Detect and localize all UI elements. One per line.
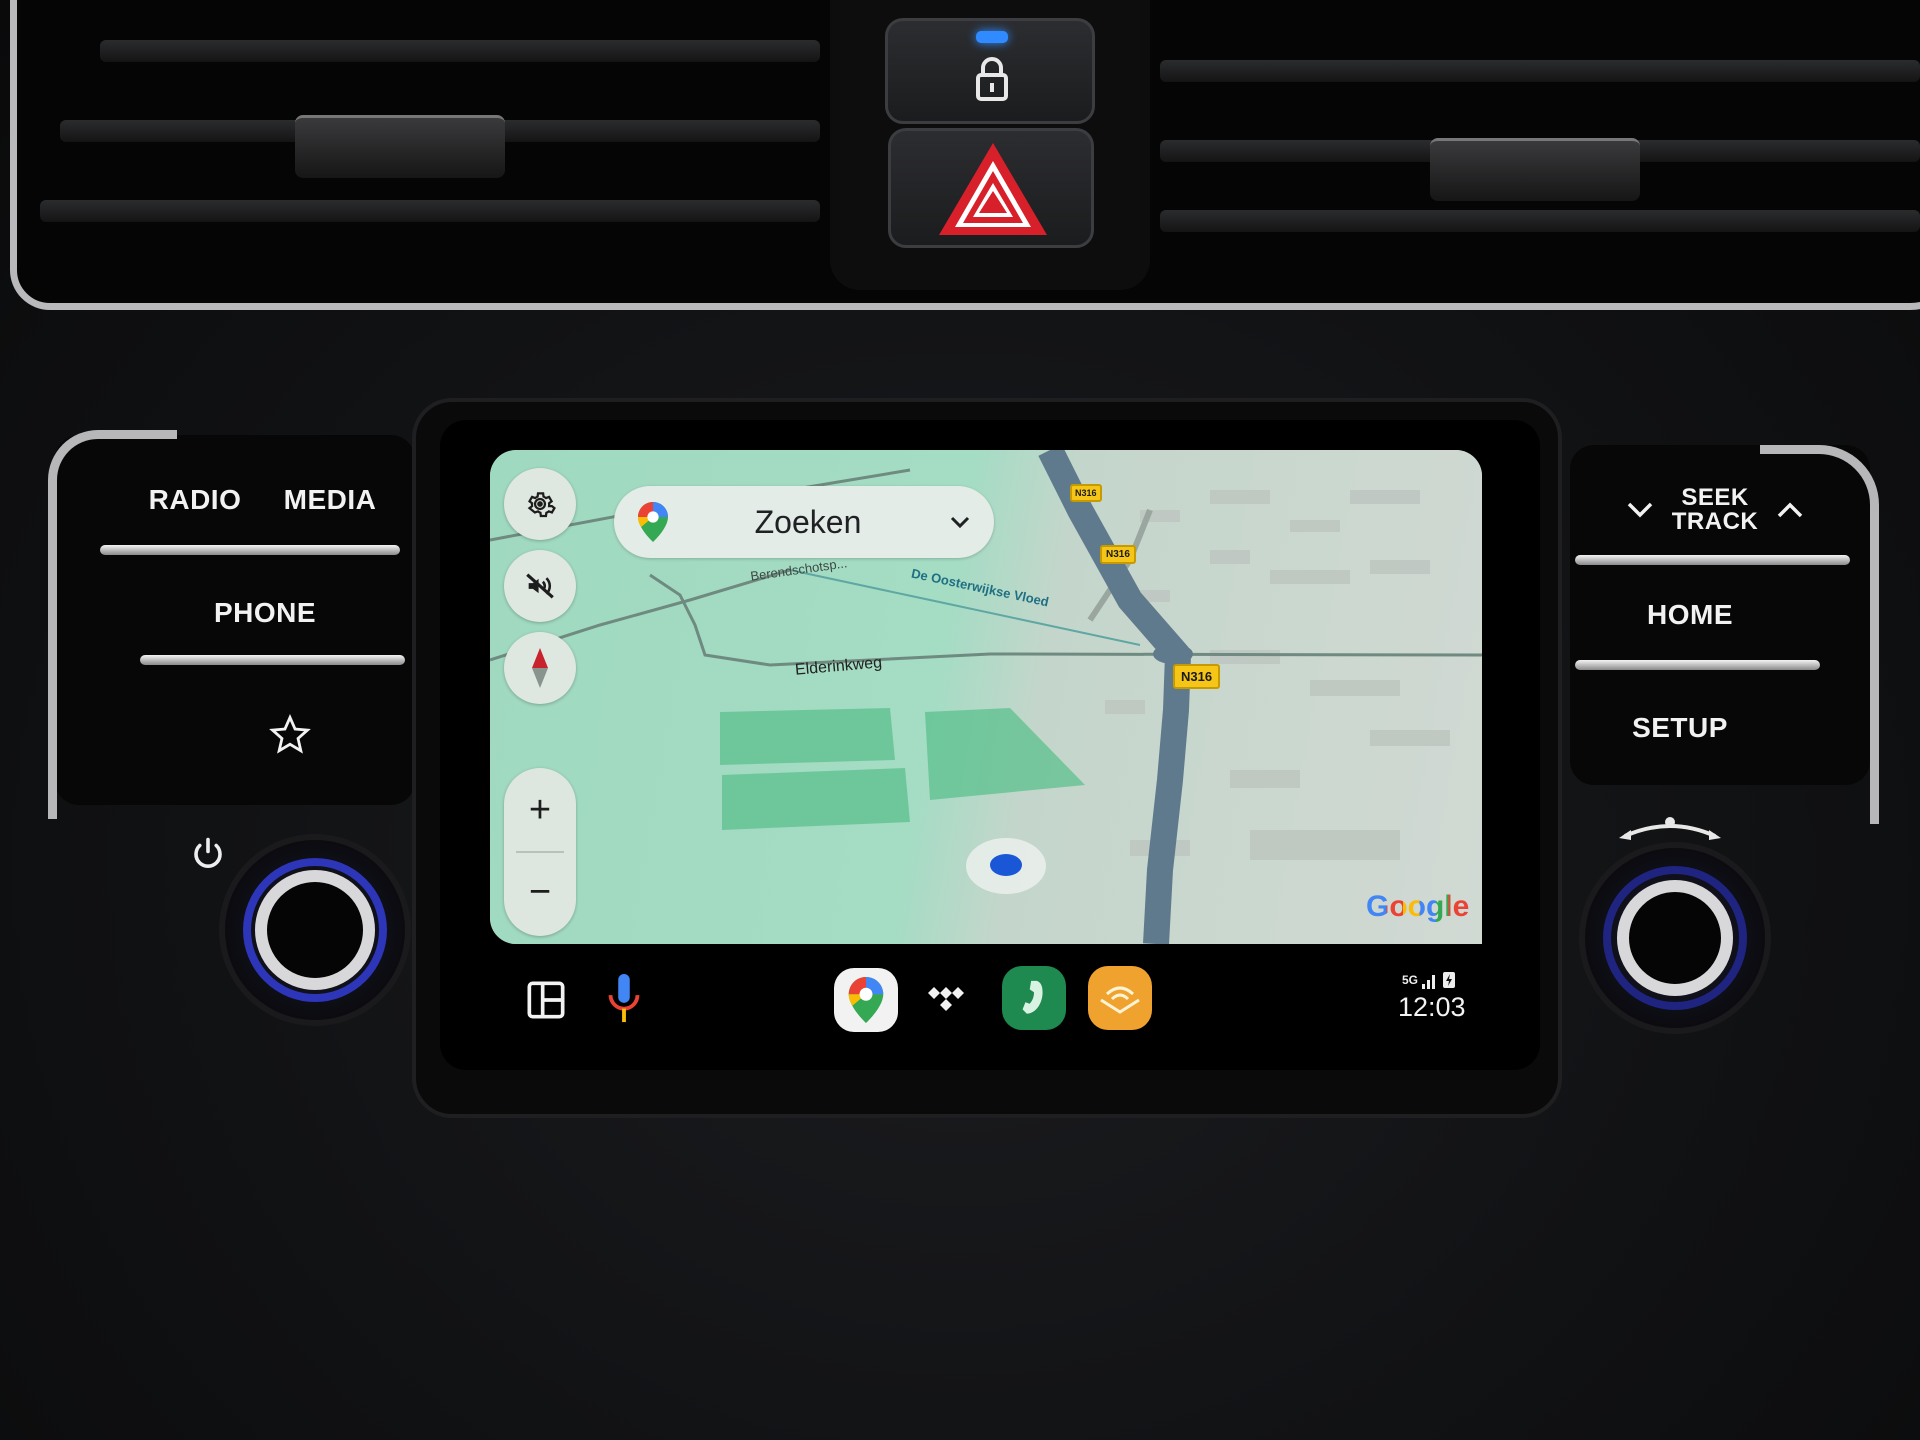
chevron-down-icon[interactable] bbox=[1626, 500, 1654, 520]
compass-button[interactable] bbox=[504, 632, 576, 704]
network-type: 5G bbox=[1402, 973, 1419, 987]
zoom-controls: + − bbox=[504, 768, 576, 936]
tidal-icon bbox=[928, 987, 964, 1011]
chrome-divider bbox=[140, 655, 405, 665]
vent-slat bbox=[40, 200, 820, 222]
route-shield: N316 bbox=[1100, 545, 1136, 564]
app-phone[interactable] bbox=[1002, 966, 1066, 1030]
warning-triangle-icon bbox=[939, 143, 1047, 235]
app-tidal[interactable] bbox=[914, 968, 978, 1032]
track-label: TRACK bbox=[1671, 508, 1759, 535]
zoom-divider bbox=[516, 851, 564, 853]
settings-button[interactable] bbox=[504, 468, 576, 540]
chrome-divider bbox=[1575, 555, 1850, 565]
android-auto-screen: N316 N316 N316 Berendschotsp... De Ooste… bbox=[490, 450, 1482, 944]
google-maps-icon bbox=[848, 977, 884, 1023]
app-audible[interactable] bbox=[1088, 966, 1152, 1030]
audible-icon bbox=[1100, 986, 1140, 1014]
vent-slat bbox=[1160, 210, 1920, 232]
route-shield: N316 bbox=[1070, 484, 1102, 502]
padlock-icon bbox=[976, 57, 1008, 101]
setup-label: SETUP bbox=[1632, 711, 1728, 743]
vent-slat bbox=[1160, 60, 1920, 82]
google-maps-pin-icon bbox=[638, 502, 668, 542]
compass-icon bbox=[532, 648, 548, 688]
radio-button[interactable]: RADIO bbox=[120, 460, 270, 540]
android-auto-taskbar: 5G 12:03 bbox=[490, 944, 1482, 1054]
radio-label: RADIO bbox=[148, 484, 242, 515]
park-area bbox=[925, 708, 1085, 800]
hazard-button[interactable] bbox=[888, 128, 1094, 248]
tune-knob[interactable] bbox=[1585, 848, 1765, 1028]
lock-indicator-led bbox=[976, 31, 1008, 43]
park-area bbox=[720, 708, 895, 765]
power-icon bbox=[194, 837, 222, 869]
rotate-arrows-icon bbox=[1619, 817, 1721, 840]
split-screen-icon[interactable] bbox=[526, 980, 566, 1020]
home-button[interactable]: HOME bbox=[1580, 575, 1800, 655]
chrome-divider bbox=[1575, 660, 1820, 670]
search-bar[interactable]: Zoeken bbox=[614, 486, 994, 558]
route-shield: N316 bbox=[1173, 664, 1221, 689]
voice-off-icon bbox=[526, 573, 554, 599]
setup-button[interactable]: SETUP bbox=[1580, 685, 1780, 770]
zoom-out-button[interactable]: − bbox=[504, 860, 576, 924]
attribution-text: Google bbox=[1366, 890, 1470, 923]
gear-icon bbox=[527, 492, 556, 518]
media-label: MEDIA bbox=[283, 484, 377, 515]
media-button[interactable]: MEDIA bbox=[255, 460, 405, 540]
signal-bars-icon bbox=[1422, 975, 1436, 989]
google-attribution: Google bbox=[1366, 890, 1469, 924]
vent-adjust-tab-left[interactable] bbox=[295, 115, 505, 178]
chrome-divider bbox=[100, 545, 400, 555]
clock: 12:03 bbox=[1398, 992, 1466, 1022]
chevron-down-icon[interactable] bbox=[948, 514, 972, 530]
battery-charging-icon bbox=[1443, 972, 1456, 988]
favorite-button[interactable] bbox=[160, 685, 420, 785]
vent-adjust-tab-right[interactable] bbox=[1430, 138, 1640, 201]
knob-cap bbox=[255, 870, 375, 990]
home-label: HOME bbox=[1647, 599, 1733, 630]
phone-label: PHONE bbox=[213, 596, 317, 628]
current-location-dot bbox=[990, 854, 1022, 876]
microphone-icon[interactable] bbox=[608, 974, 640, 1024]
knob-cap bbox=[1617, 880, 1733, 996]
star-icon bbox=[269, 714, 311, 754]
app-google-maps[interactable] bbox=[834, 968, 898, 1032]
vent-slat bbox=[100, 40, 820, 62]
park-area bbox=[722, 768, 910, 830]
phone-icon bbox=[1022, 980, 1043, 1014]
chevron-up-icon[interactable] bbox=[1776, 500, 1804, 520]
zoom-in-button[interactable]: + bbox=[504, 778, 576, 842]
door-lock-button[interactable] bbox=[885, 18, 1095, 124]
volume-knob[interactable] bbox=[225, 840, 405, 1020]
seek-label: SEEK bbox=[1681, 484, 1749, 511]
seek-track-button[interactable]: SEEK TRACK bbox=[1580, 470, 1850, 550]
status-icons: 5G bbox=[1402, 966, 1472, 994]
phone-button[interactable]: PHONE bbox=[140, 570, 390, 655]
search-label: Zoeken bbox=[754, 503, 862, 540]
mute-voice-button[interactable] bbox=[504, 550, 576, 622]
